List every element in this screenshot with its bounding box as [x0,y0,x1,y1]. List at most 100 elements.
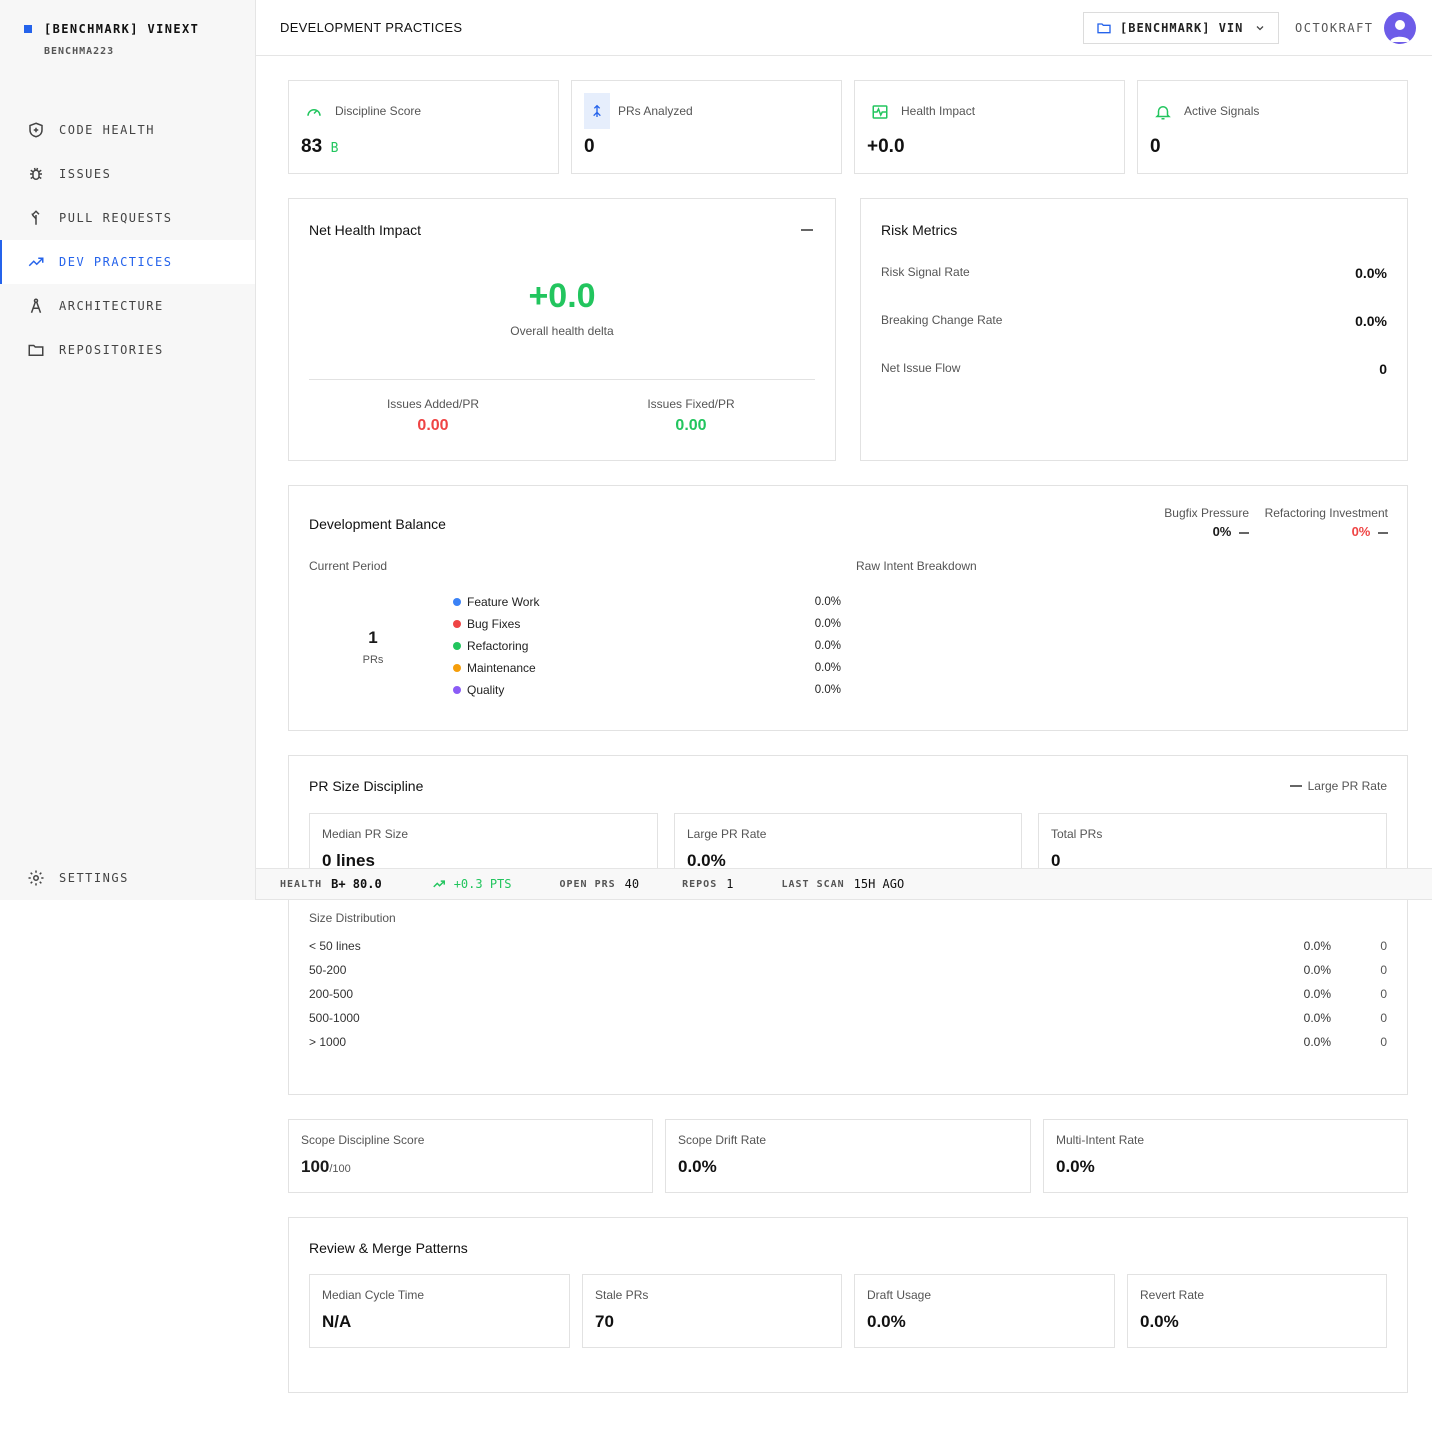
distribution-percent: 0.0% [1303,963,1331,977]
legend-swatch [1289,785,1302,787]
bugfix-pressure: Bugfix Pressure 0% [1139,506,1249,539]
tile-label: Multi-Intent Rate [1056,1133,1145,1147]
legend-value: 0.0% [814,684,841,696]
stat-card-prs-analyzed: PRs Analyzed 0 [571,80,842,174]
legend-value: 0.0% [814,640,841,652]
brand-mark [24,25,32,33]
sidebar-item-repositories[interactable]: REPOSITORIES [0,328,255,372]
health-value: B+ 80.0 [331,877,382,891]
sidebar-item-architecture[interactable]: ARCHITECTURE [0,284,255,328]
repos-value: 1 [726,877,734,891]
refactoring-investment-value: 0% [1351,524,1371,539]
legend-label: Bug Fixes [467,617,521,631]
distribution-count: 0 [1380,1035,1387,1049]
sidebar-item-label: CODE HEALTH [59,123,155,137]
user-name[interactable]: OCTOKRAFT [1295,21,1374,35]
sidebar-item-label: PULL REQUESTS [59,211,173,225]
stat-label: Active Signals [1184,104,1260,118]
tile-value: 0.0% [867,1312,906,1331]
sidebar-item-code-health[interactable]: CODE HEALTH [0,108,255,152]
stat-value: 0 [584,136,595,157]
sidebar-item-label: ARCHITECTURE [59,299,164,313]
risk-label: Breaking Change Rate [881,313,1003,327]
net-health-value: +0.0 [528,277,596,315]
bugfix-pressure-label: Bugfix Pressure [1164,506,1249,520]
distribution-count: 0 [1380,963,1387,977]
risk-metrics-card: Risk Metrics Risk Signal Rate 0.0% Break… [860,198,1408,461]
bug-icon [30,167,42,180]
legend-dot [453,664,461,672]
tile-value: 70 [595,1312,614,1331]
stat-value: 83 [301,136,323,157]
sidebar-item-dev-practices[interactable]: DEV PRACTICES [0,240,255,284]
sidebar-item-label: DEV PRACTICES [59,255,173,269]
legend-label: Quality [467,683,505,697]
neutral-trend-icon [1239,531,1249,534]
risk-row: Breaking Change Rate 0.0% [881,313,1387,329]
distribution-range: > 1000 [309,1035,347,1049]
stale-prs-tile: Stale PRs 70 [582,1274,842,1348]
bugfix-pressure-value: 0% [1212,524,1232,539]
last-scan-value: 15H AGO [853,877,905,891]
tile-label: Large PR Rate [687,827,767,841]
distribution-range: 500-1000 [309,1011,360,1025]
divider [309,379,815,380]
distribution-percent: 0.0% [1303,987,1331,1001]
sidebar-item-pull-requests[interactable]: PULL REQUESTS [0,196,255,240]
current-period-label: Current Period [309,559,388,573]
legend-label: Large PR Rate [1307,779,1387,793]
sidebar-item-label: ISSUES [59,167,112,181]
legend-dot [453,598,461,606]
distribution-row: 50-200 0.0% 0 [309,963,1387,977]
legend-dot [453,686,461,694]
risk-value: 0 [1379,361,1387,377]
section-title: Net Health Impact [309,222,422,238]
health-delta: +0.3 PTS [453,877,512,891]
avatar[interactable] [1384,12,1416,44]
draft-usage-tile: Draft Usage 0.0% [854,1274,1115,1348]
page-title: DEVELOPMENT PRACTICES [280,20,463,35]
neutral-trend-icon [801,229,813,231]
folder-icon [1097,23,1111,34]
open-prs-label: OPEN PRS [559,878,616,890]
distribution-row: 200-500 0.0% 0 [309,987,1387,1001]
stat-label: PRs Analyzed [618,104,693,118]
repos-label: REPOS [682,878,718,890]
net-health-caption: Overall health delta [510,324,614,338]
tile-label: Scope Drift Rate [678,1133,767,1147]
tile-label: Revert Rate [1140,1288,1205,1302]
legend-dot [453,642,461,650]
sidebar-nav: CODE HEALTH ISSUES PULL REQUESTS DEV PRA… [0,108,255,372]
risk-row: Net Issue Flow 0 [881,361,1387,377]
issues-fixed-label: Issues Fixed/PR [647,397,735,411]
workspace-brand[interactable]: [BENCHMARK] VINEXT BENCHMA223 [24,22,199,57]
distribution-range: 200-500 [309,987,354,1001]
status-bar: HEALTH B+ 80.0 +0.3 PTS OPEN PRS 40 REPO… [256,868,1432,900]
sidebar-item-issues[interactable]: ISSUES [0,152,255,196]
risk-label: Risk Signal Rate [881,265,970,279]
repo-selector-value: [BENCHMARK] VIN... [1120,21,1246,35]
activity-icon [872,105,888,119]
review-merge-card: Review & Merge Patterns Median Cycle Tim… [288,1217,1408,1393]
tile-value: 0.0% [678,1157,717,1176]
sidebar-item-settings[interactable]: SETTINGS [0,856,255,900]
legend-value: 0.0% [814,596,841,608]
distribution-percent: 0.0% [1303,1011,1331,1025]
tile-max: /100 [329,1163,351,1175]
bell-icon [1155,106,1171,120]
sidebar: [BENCHMARK] VINEXT BENCHMA223 CODE HEALT… [0,0,256,900]
median-cycle-time-tile: Median Cycle Time N/A [309,1274,570,1348]
refactoring-investment: Refactoring Investment 0% [1249,506,1388,539]
distribution-row: < 50 lines 0.0% 0 [309,939,1387,953]
repo-selector[interactable]: [BENCHMARK] VIN... [1083,12,1279,44]
sidebar-item-label: REPOSITORIES [59,343,164,357]
legend-item: Maintenance 0.0% [453,661,841,675]
tile-value: 0.0% [1140,1312,1179,1331]
net-health-impact-card: Net Health Impact +0.0 Overall health de… [288,198,836,461]
stat-label: Health Impact [901,104,976,118]
stat-card-active-signals: Active Signals 0 [1137,80,1408,174]
workspace-name: [BENCHMARK] VINEXT [44,22,200,36]
issues-added-label: Issues Added/PR [386,397,480,411]
section-title: Review & Merge Patterns [309,1240,468,1256]
pr-count: 1 [368,628,378,647]
